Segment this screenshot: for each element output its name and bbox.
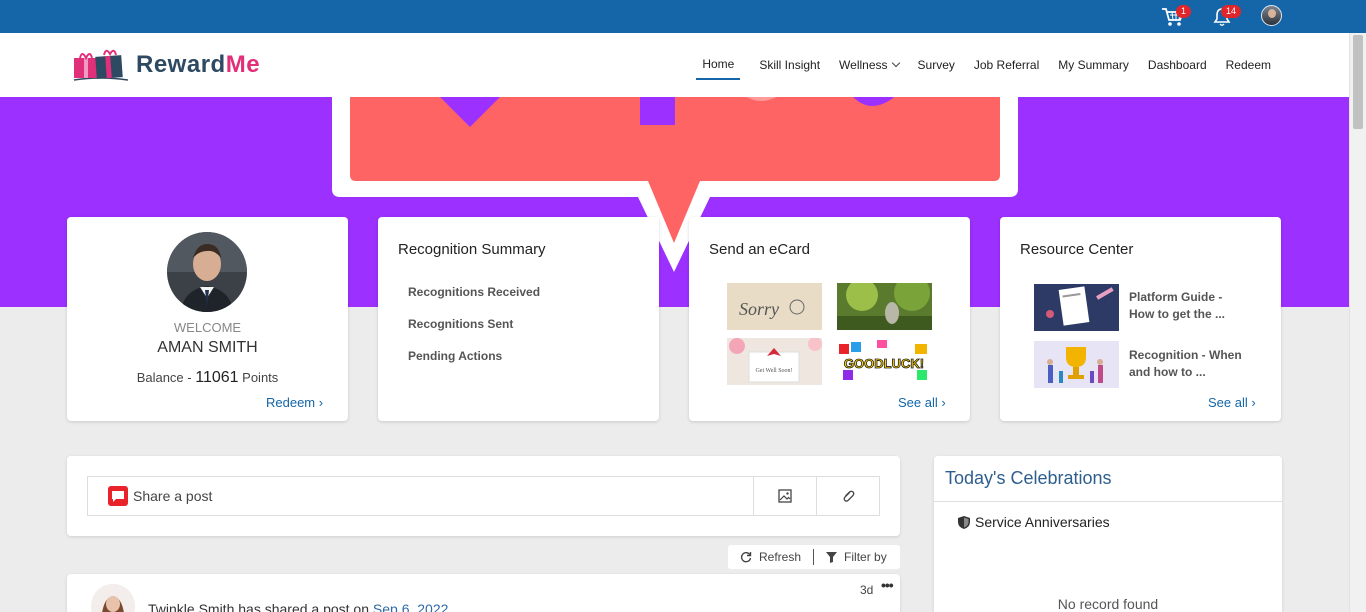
shield-icon	[958, 515, 970, 529]
nav-survey[interactable]: Survey	[918, 50, 955, 80]
recognition-guide-link[interactable]: Recognition - When and how to ...	[1129, 347, 1249, 381]
image-icon	[778, 489, 792, 503]
pending-actions-link[interactable]: Pending Actions	[408, 349, 540, 381]
top-bar: 1 14	[0, 0, 1366, 33]
nav-home[interactable]: Home	[696, 50, 741, 80]
resource-center-title: Resource Center	[1020, 241, 1134, 258]
resource-see-all-link[interactable]: See all ›	[1208, 395, 1256, 410]
share-post-input[interactable]: Share a post	[88, 477, 753, 515]
user-avatar[interactable]	[1261, 5, 1282, 26]
ecard-see-all-link[interactable]: See all ›	[898, 395, 946, 410]
nav-redeem[interactable]: Redeem	[1226, 50, 1271, 80]
recognition-guide-thumbnail[interactable]	[1034, 341, 1119, 388]
attach-file-button[interactable]	[816, 477, 879, 515]
feed-controls: Refresh Filter by	[728, 545, 900, 569]
redeem-link[interactable]: Redeem ›	[266, 395, 323, 410]
nav-my-summary[interactable]: My Summary	[1058, 50, 1129, 80]
brand-logo[interactable]: RewardMe	[70, 46, 260, 84]
welcome-label: WELCOME	[173, 320, 242, 335]
nav-skill-insight[interactable]: Skill Insight	[759, 50, 820, 80]
svg-text:GOODLUCK!: GOODLUCK!	[844, 356, 924, 371]
recognitions-received-link[interactable]: Recognitions Received	[408, 285, 540, 317]
post-age: 3d	[860, 583, 874, 597]
refresh-button[interactable]: Refresh	[728, 550, 813, 564]
brand-name: RewardMe	[136, 51, 261, 78]
send-ecard-title: Send an eCard	[709, 241, 810, 258]
svg-text:Get Well Soon!: Get Well Soon!	[755, 368, 792, 374]
paperclip-icon	[843, 490, 855, 502]
scrollbar-thumb[interactable]	[1353, 35, 1363, 129]
page-scrollbar[interactable]	[1349, 33, 1366, 612]
ecard-get-well-thumbnail[interactable]: Get Well Soon!	[727, 338, 822, 385]
resource-center-card: Resource Center Platform Guide - How to …	[1000, 217, 1281, 421]
platform-guide-thumbnail[interactable]	[1034, 284, 1119, 331]
recognition-list: Recognitions Received Recognitions Sent …	[408, 285, 540, 381]
filter-button[interactable]: Filter by	[814, 550, 899, 564]
feed-post: Twinkle Smith has shared a post on Sep 6…	[67, 574, 900, 612]
nav-job-referral[interactable]: Job Referral	[974, 50, 1039, 80]
notification-count-badge: 14	[1221, 5, 1242, 18]
divider	[934, 501, 1282, 502]
share-post-box: Share a post	[67, 456, 900, 536]
post-date: Sep 6, 2022	[372, 601, 449, 612]
profile-card: WELCOME AMAN SMITH Balance - 11061 Point…	[67, 217, 348, 421]
recognitions-sent-link[interactable]: Recognitions Sent	[408, 317, 540, 349]
refresh-icon	[740, 552, 752, 563]
post-author-avatar[interactable]	[91, 584, 135, 612]
recognition-summary-card: Recognition Summary Recognitions Receive…	[378, 217, 659, 421]
ecard-sorry-thumbnail[interactable]: Sorry	[727, 283, 822, 330]
points-value: 11061	[195, 369, 239, 386]
more-options-icon[interactable]: •••	[881, 577, 894, 593]
cart-count-badge: 1	[1176, 5, 1192, 18]
filter-icon	[826, 551, 838, 563]
ecard-good-luck-thumbnail[interactable]: GOODLUCK!	[837, 338, 932, 385]
post-summary: Twinkle Smith has shared a post on Sep 6…	[148, 601, 448, 612]
main-nav: Home Skill Insight Wellness Survey Job R…	[677, 33, 1271, 97]
svg-text:Sorry: Sorry	[739, 299, 779, 319]
recognition-summary-title: Recognition Summary	[398, 241, 546, 258]
send-ecard-card: Send an eCard Sorry Get Well Soon! GOODL…	[689, 217, 970, 421]
celebrations-panel: Today's Celebrations Service Anniversari…	[934, 456, 1282, 612]
profile-photo	[167, 232, 247, 312]
attach-image-button[interactable]	[753, 477, 816, 515]
nav-dashboard[interactable]: Dashboard	[1148, 50, 1207, 80]
platform-guide-link[interactable]: Platform Guide - How to get the ...	[1129, 289, 1249, 323]
no-record-message: No record found	[1057, 596, 1159, 612]
gift-icon	[73, 49, 129, 81]
chevron-down-icon	[891, 58, 900, 68]
ecard-nature-thumbnail[interactable]	[837, 283, 932, 330]
post-author-name[interactable]: Twinkle Smith	[148, 601, 234, 612]
user-name: AMAN SMITH	[157, 339, 258, 356]
share-post-bar: Share a post	[87, 476, 880, 516]
nav-wellness[interactable]: Wellness	[839, 50, 900, 80]
points-balance: Balance - 11061 Points	[136, 369, 279, 386]
main-header: RewardMe Home Skill Insight Wellness Sur…	[0, 33, 1349, 97]
celebrations-title: Today's Celebrations	[945, 468, 1112, 488]
service-anniversaries-heading: Service Anniversaries	[958, 514, 1110, 530]
chat-icon	[108, 486, 128, 506]
